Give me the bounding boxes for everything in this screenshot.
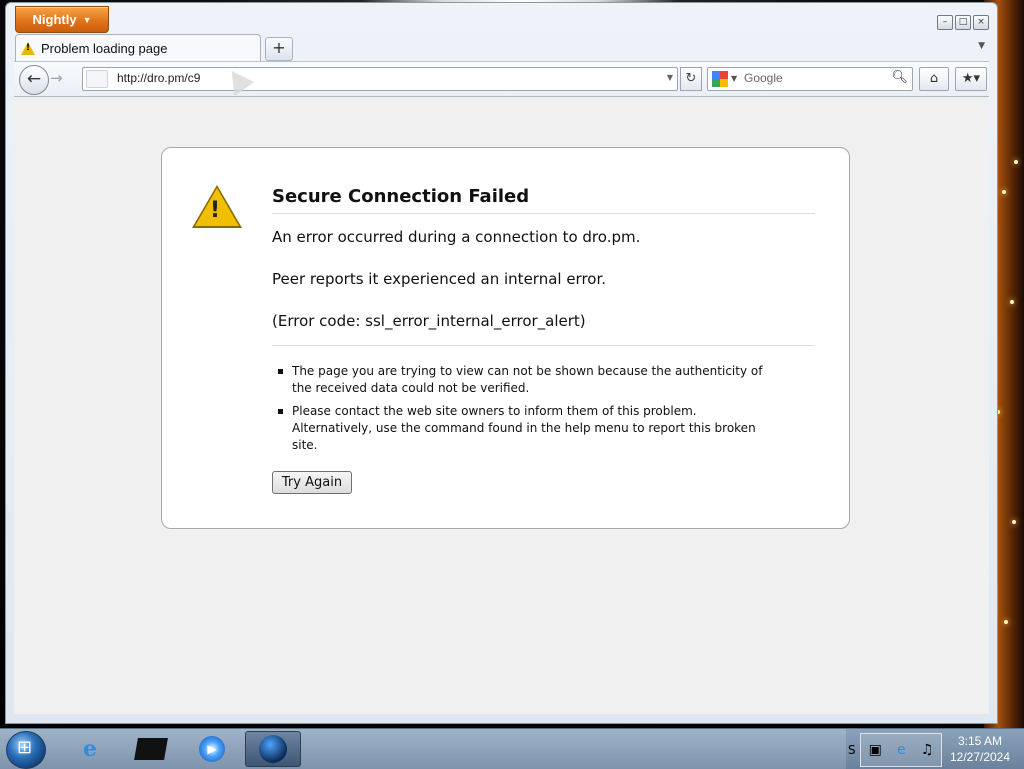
reload-icon[interactable]: ↻: [680, 67, 702, 91]
chevron-down-icon: ▼: [82, 14, 92, 25]
folder-icon: [134, 738, 168, 760]
new-tab-button[interactable]: +: [265, 37, 293, 61]
navigation-toolbar: ← → http://dro.pm/c9 ▼ ↻ ▼ Google 🔍︎ ⌂ ★…: [14, 61, 989, 97]
list-item: Please contact the web site owners to in…: [272, 403, 772, 454]
warning-icon: [21, 42, 35, 55]
error-details-list: The page you are trying to view can not …: [272, 363, 772, 460]
ie-icon[interactable]: e: [897, 742, 906, 758]
network-icon[interactable]: ▣: [869, 742, 882, 758]
bookmarks-icon[interactable]: ★▾: [955, 67, 987, 91]
minimize-button[interactable]: –: [937, 15, 953, 30]
taskbar-app-explorer[interactable]: [123, 731, 179, 767]
error-title: Secure Connection Failed: [272, 186, 815, 214]
list-item: The page you are trying to view can not …: [272, 363, 772, 397]
google-icon[interactable]: [712, 71, 728, 87]
app-menu-button[interactable]: Nightly ▼: [15, 6, 109, 33]
warning-exclamation: !: [210, 198, 221, 223]
tab-title: Problem loading page: [41, 41, 168, 56]
tray-label: S: [848, 743, 856, 757]
search-engine-dropdown-icon[interactable]: ▼: [731, 74, 737, 83]
media-player-icon: ▶: [199, 736, 225, 762]
window-controls: – □ ×: [937, 15, 989, 30]
error-message-2: Peer reports it experienced an internal …: [272, 270, 607, 288]
error-code: (Error code: ssl_error_internal_error_al…: [272, 312, 586, 330]
list-all-tabs-icon[interactable]: ▼: [978, 41, 985, 51]
taskbar-app-ie[interactable]: e: [62, 731, 118, 767]
clock-time: 3:15 AM: [957, 734, 1003, 748]
taskbar-app-nightly[interactable]: [245, 731, 301, 767]
home-icon[interactable]: ⌂: [919, 67, 949, 91]
maximize-button[interactable]: □: [955, 15, 971, 30]
app-menu-label: Nightly: [32, 12, 77, 27]
globe-icon: [259, 735, 287, 763]
page-content: ! Secure Connection Failed An error occu…: [14, 97, 989, 714]
taskbar: e ▶ S ▣ e ♫ 3:15 AM 12/27/2024: [0, 728, 1024, 769]
forward-icon[interactable]: →: [50, 69, 63, 87]
system-tray: S ▣ e ♫ 3:15 AM 12/27/2024: [846, 729, 1024, 769]
tray-icons[interactable]: ▣ e ♫: [860, 733, 942, 767]
search-icon[interactable]: 🔍︎: [891, 70, 908, 85]
search-bar[interactable]: ▼ Google 🔍︎: [707, 67, 913, 91]
search-placeholder: Google: [744, 71, 783, 85]
tab-active[interactable]: Problem loading page: [15, 34, 261, 62]
url-text: http://dro.pm/c9: [117, 71, 201, 85]
back-icon[interactable]: ←: [19, 65, 49, 95]
ie-icon: e: [83, 736, 97, 762]
start-icon[interactable]: [6, 731, 46, 769]
divider: [272, 345, 815, 346]
site-identity-icon[interactable]: [86, 70, 108, 88]
error-container: ! Secure Connection Failed An error occu…: [161, 147, 850, 529]
url-history-dropdown-icon[interactable]: ▼: [667, 73, 673, 82]
url-bar[interactable]: http://dro.pm/c9 ▼: [82, 67, 678, 91]
clock[interactable]: 3:15 AM 12/27/2024: [942, 733, 1018, 765]
browser-window: Nightly ▼ – □ × Problem loading page + ▼…: [5, 2, 998, 724]
clock-date: 12/27/2024: [949, 750, 1011, 764]
try-again-button[interactable]: Try Again: [272, 471, 352, 494]
close-button[interactable]: ×: [973, 15, 989, 30]
volume-icon[interactable]: ♫: [921, 742, 934, 758]
taskbar-app-media[interactable]: ▶: [184, 731, 240, 767]
error-message-1: An error occurred during a connection to…: [272, 228, 641, 246]
